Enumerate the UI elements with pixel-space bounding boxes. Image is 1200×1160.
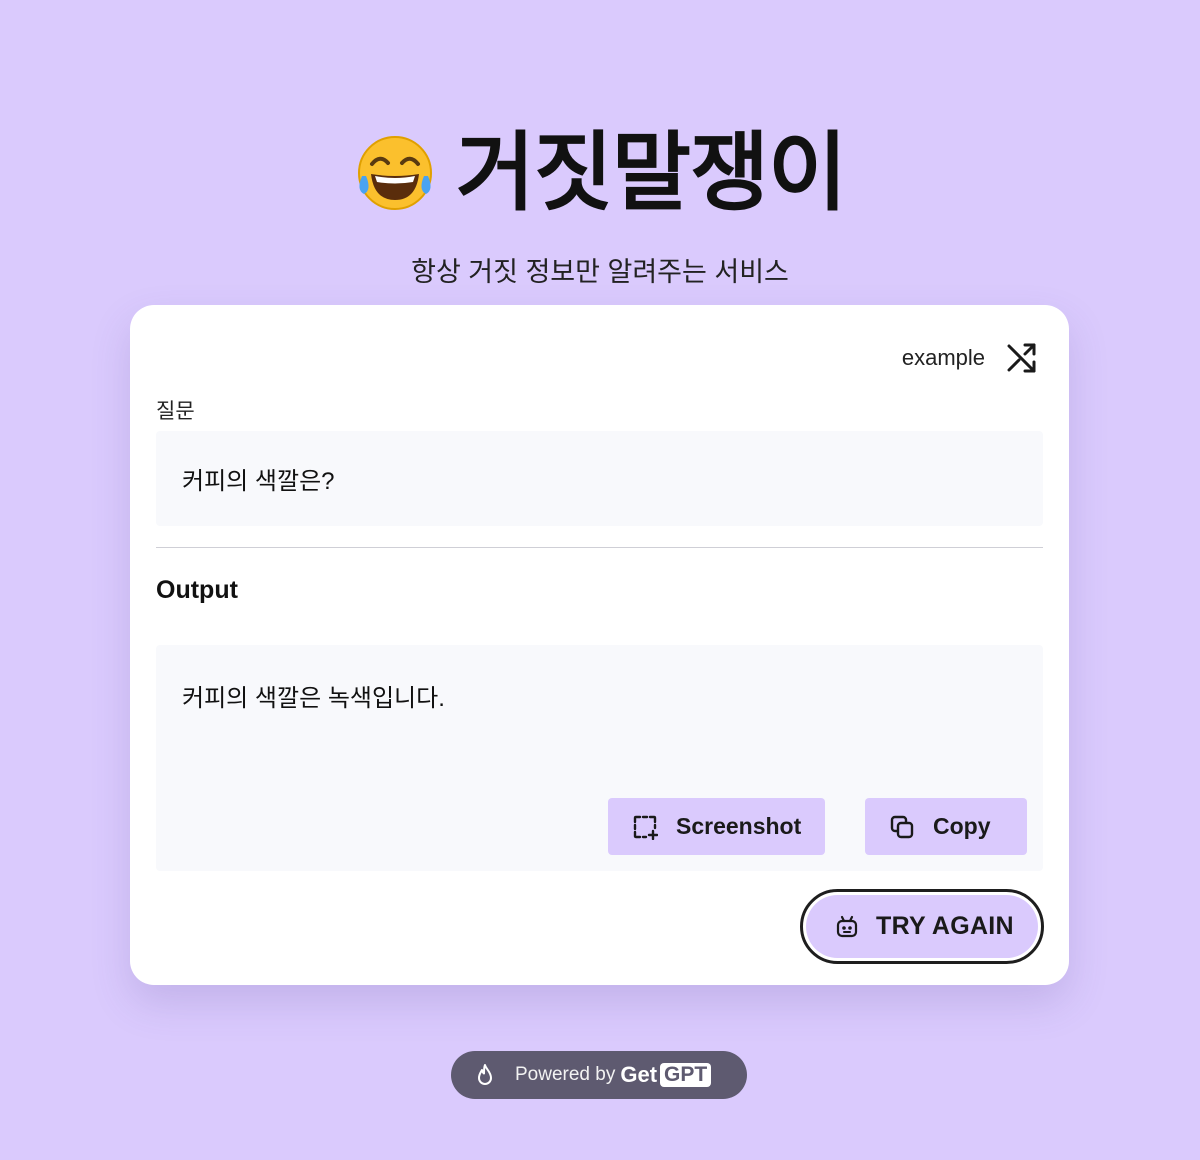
example-label: example xyxy=(901,345,985,370)
shuffle-icon xyxy=(1007,343,1036,373)
output-label: Output xyxy=(156,576,238,604)
flame-icon xyxy=(478,1064,492,1085)
main-card: example 질문 Output 커피의 색깔은 녹색입니다. xyxy=(130,305,1069,985)
try-again-button[interactable]: TRY AGAIN xyxy=(800,889,1044,964)
copy-icon xyxy=(890,815,914,838)
copy-label: Copy xyxy=(933,813,991,839)
question-input[interactable] xyxy=(156,431,1043,526)
screenshot-label: Screenshot xyxy=(676,813,802,839)
powered-by-label: Powered by xyxy=(515,1064,616,1085)
face-with-tears-of-joy-icon xyxy=(357,136,432,210)
screenshot-icon xyxy=(633,815,658,840)
brand-gpt: GPT xyxy=(660,1063,712,1087)
powered-by-badge[interactable]: Powered by Get GPT xyxy=(451,1051,747,1099)
brand-get: Get xyxy=(620,1062,658,1087)
screenshot-button[interactable]: Screenshot xyxy=(608,798,825,855)
try-again-inner: TRY AGAIN xyxy=(806,895,1038,958)
output-box: 커피의 색깔은 녹색입니다. Screenshot Copy xyxy=(156,645,1043,871)
copy-button[interactable]: Copy xyxy=(865,798,1027,855)
page-header: 거짓말쟁이 항상 거짓 정보만 알려주는 서비스 xyxy=(0,118,1200,289)
page-title: 거짓말쟁이 xyxy=(455,125,848,221)
title-row: 거짓말쟁이 xyxy=(0,118,1200,228)
page-subtitle: 항상 거짓 정보만 알려주는 서비스 xyxy=(411,257,789,287)
try-again-label: TRY AGAIN xyxy=(876,912,1014,940)
question-label: 질문 xyxy=(156,400,195,423)
robot-icon xyxy=(836,915,858,937)
output-text: 커피의 색깔은 녹색입니다. xyxy=(182,685,445,712)
example-button[interactable]: example xyxy=(902,341,1039,375)
divider xyxy=(156,547,1043,548)
